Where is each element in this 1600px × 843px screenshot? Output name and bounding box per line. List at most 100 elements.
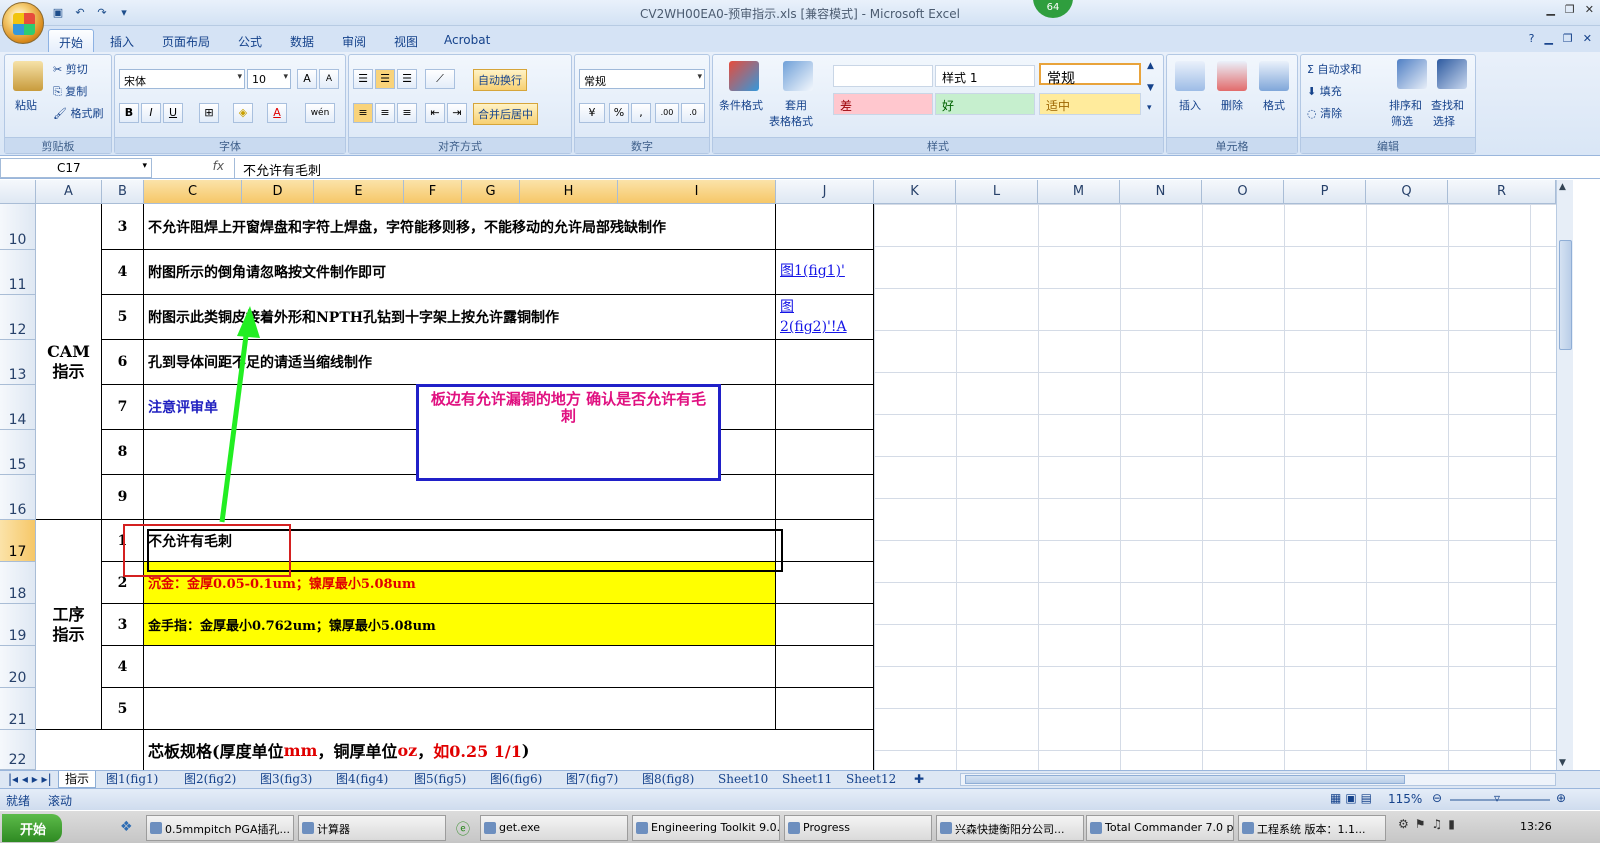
process-item-extra-cell[interactable] [776, 646, 874, 688]
styles-more-icon[interactable]: ▾ [1147, 103, 1152, 113]
number-format-select[interactable]: 常规 [579, 69, 705, 89]
align-bottom-icon[interactable]: ☰ [397, 69, 417, 89]
tab-view[interactable]: 视图 [384, 29, 428, 52]
sheet-tab-fig3[interactable]: 图3(fig3) [254, 771, 318, 788]
office-button[interactable] [2, 2, 44, 44]
close-icon[interactable]: ✕ [1585, 3, 1594, 16]
column-header-c[interactable]: C [144, 180, 242, 204]
cam-item-number[interactable]: 5 [102, 295, 144, 340]
autosum-button[interactable]: Σ 自动求和 [1307, 61, 1361, 77]
process-item-text[interactable]: 金手指：金厚最小0.762um；镍厚最小5.08um [144, 604, 776, 646]
align-center-icon[interactable]: ≡ [375, 103, 395, 123]
zoom-in-icon[interactable]: ⊕ [1556, 791, 1566, 805]
taskbar-item[interactable]: Engineering Toolkit 9.0... [632, 815, 780, 841]
zoom-out-icon[interactable]: ⊖ [1432, 791, 1442, 805]
cam-item-link-cell[interactable] [776, 385, 874, 430]
process-item-extra-cell[interactable] [776, 562, 874, 604]
start-button[interactable]: 开始 [2, 814, 62, 842]
taskbar-item[interactable]: get.exe [480, 815, 628, 841]
column-header-q[interactable]: Q [1366, 180, 1448, 204]
process-item-extra-cell[interactable] [776, 604, 874, 646]
column-header-a[interactable]: A [36, 180, 102, 204]
process-item-extra-cell[interactable] [776, 688, 874, 730]
sheet-tab-fig4[interactable]: 图4(fig4) [330, 771, 394, 788]
process-item-text[interactable] [144, 646, 776, 688]
sheet-tab-fig8[interactable]: 图8(fig8) [636, 771, 700, 788]
name-box[interactable]: C17 [0, 158, 152, 178]
sheet-nav-arrows-icon[interactable]: |◂ ◂ ▸ ▸| [2, 771, 58, 788]
fill-button[interactable]: ⬇ 填充 [1307, 83, 1342, 99]
format-as-table-icon[interactable] [783, 61, 813, 91]
delete-cells-icon[interactable] [1217, 61, 1247, 91]
align-middle-icon[interactable]: ☰ [375, 69, 395, 89]
vertical-scroll-thumb[interactable] [1559, 240, 1572, 350]
style-good[interactable]: 好 [935, 93, 1035, 115]
cut-button[interactable]: ✂ 剪切 [53, 61, 88, 77]
sheet-tab-sheet11[interactable]: Sheet11 [776, 771, 838, 788]
insert-sheet-icon[interactable]: ✚ [908, 771, 930, 788]
comment-textbox[interactable]: 板边有允许漏铜的地方 确认是否允许有毛刺 [416, 384, 721, 481]
insert-cells-button[interactable]: 插入 [1179, 97, 1201, 113]
align-right-icon[interactable]: ≡ [397, 103, 417, 123]
restore-icon[interactable]: ❐ [1565, 3, 1575, 16]
copy-button[interactable]: ⎘ 复制 [53, 83, 87, 99]
taskbar-item[interactable]: 工程系统 版本：1.1... [1238, 815, 1386, 841]
tab-review[interactable]: 审阅 [332, 29, 376, 52]
row-header-21[interactable]: 21 [0, 688, 36, 730]
horizontal-scroll-thumb[interactable] [965, 775, 1405, 784]
increase-indent-icon[interactable]: ⇥ [447, 103, 467, 123]
tab-formulas[interactable]: 公式 [228, 29, 272, 52]
column-header-f[interactable]: F [404, 180, 462, 204]
sheet-tab-fig6[interactable]: 图6(fig6) [484, 771, 548, 788]
row-header-19[interactable]: 19 [0, 604, 36, 646]
process-item-number[interactable]: 5 [102, 688, 144, 730]
minimize-workbook-icon[interactable]: ▁ [1544, 32, 1552, 45]
insert-cells-icon[interactable] [1175, 61, 1205, 91]
process-item-text[interactable] [144, 688, 776, 730]
underline-button[interactable]: U [163, 103, 183, 123]
column-header-g[interactable]: G [462, 180, 520, 204]
column-header-n[interactable]: N [1120, 180, 1202, 204]
column-header-j[interactable]: J [776, 180, 874, 204]
process-section-label[interactable]: 工序 指示 [36, 520, 102, 730]
format-as-table-button[interactable]: 套用 [785, 97, 807, 113]
style-neutral[interactable]: 适中 [1039, 93, 1141, 115]
row-header-11[interactable]: 11 [0, 250, 36, 295]
cam-item-number[interactable]: 8 [102, 430, 144, 475]
style-normal[interactable]: 常规 [1039, 63, 1141, 87]
scroll-up-icon[interactable]: ▲ [1559, 182, 1566, 192]
border-icon[interactable]: ⊞ [199, 103, 219, 123]
minimize-icon[interactable]: ▁ [1546, 3, 1554, 16]
red-highlight-rectangle[interactable] [123, 524, 291, 577]
format-cells-icon[interactable] [1259, 61, 1289, 91]
format-painter-button[interactable]: 🖌 格式刷 [53, 105, 103, 121]
taskbar-item[interactable]: Total Commander 7.0 p... [1086, 815, 1234, 841]
comma-button[interactable]: , [631, 103, 651, 123]
fig1-hyperlink[interactable]: 图1(fig1)' [776, 250, 874, 295]
font-size-select[interactable]: 10 [247, 69, 291, 89]
tab-home[interactable]: 开始 [48, 29, 95, 52]
cam-item-text[interactable]: 不允许阻焊上开窗焊盘和字符上焊盘，字符能移则移，不能移动的允许局部残缺制作 [144, 204, 776, 250]
taskbar-item[interactable]: 0.5mmpitch PGA插孔... [146, 815, 294, 841]
orientation-icon[interactable]: ⟋ [425, 69, 455, 89]
paste-button[interactable]: 粘贴 [15, 97, 37, 113]
row-header-17[interactable]: 17 [0, 520, 36, 562]
column-header-e[interactable]: E [314, 180, 404, 204]
clear-button[interactable]: ◌ 清除 [1307, 105, 1342, 121]
conditional-format-icon[interactable] [729, 61, 759, 91]
cam-item-text[interactable]: 附图示此类铜皮接着外形和NPTH孔钻到十字架上按允许露铜制作 [144, 295, 776, 340]
column-header-m[interactable]: M [1038, 180, 1120, 204]
core-spec-left-cell[interactable] [36, 730, 144, 770]
close-workbook-icon[interactable]: ✕ [1583, 32, 1592, 45]
grow-font-button[interactable]: A [297, 69, 317, 89]
core-spec-text[interactable]: 芯板规格(厚度单位 mm ，铜厚单位 oz，如0.25 1/1) [144, 730, 874, 770]
row-header-20[interactable]: 20 [0, 646, 36, 688]
zoom-level[interactable]: 115% [1388, 792, 1422, 806]
cam-item-text[interactable]: 孔到导体间距不足的请适当缩线制作 [144, 340, 776, 385]
shrink-font-button[interactable]: A [319, 69, 339, 89]
find-select-icon[interactable] [1437, 59, 1467, 89]
cam-section-label[interactable]: CAM 指示 [36, 204, 102, 520]
row-header-18[interactable]: 18 [0, 562, 36, 604]
process-item-extra-cell[interactable] [776, 520, 874, 562]
row-header-10[interactable]: 10 [0, 204, 36, 250]
